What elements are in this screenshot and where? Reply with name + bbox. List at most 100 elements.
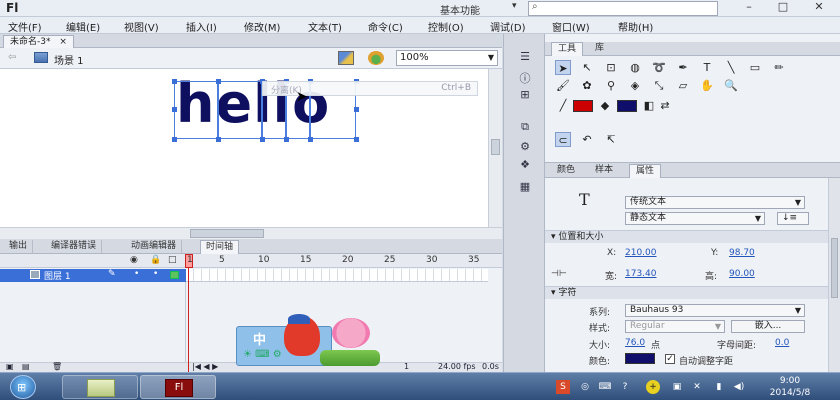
letter-selection-box[interactable] — [174, 81, 218, 139]
scrollbar-thumb[interactable] — [190, 229, 264, 238]
menu-modify[interactable]: 修改(M) — [244, 19, 280, 34]
swap-colors-icon[interactable]: ⇄ — [657, 98, 673, 113]
lock-icon[interactable]: 🔒 — [150, 255, 161, 265]
layer-name[interactable]: 图层 1 — [44, 269, 71, 282]
transform-handle[interactable] — [284, 137, 289, 142]
text-tool-icon[interactable]: T — [699, 60, 715, 75]
transform-handle[interactable] — [172, 137, 177, 142]
tray-icon[interactable]: ✕ — [690, 380, 704, 394]
start-button[interactable]: ⊞ — [10, 375, 36, 399]
new-folder-icon[interactable]: ▤ — [22, 362, 30, 371]
transform-handle[interactable] — [308, 137, 313, 142]
taskbar-app-flash[interactable]: Fl — [140, 375, 216, 399]
components-icon[interactable]: ⚙ — [517, 140, 533, 154]
object-drawing-icon[interactable]: ⊂ — [555, 132, 571, 147]
brush-tool-icon[interactable]: 🖌 — [555, 78, 571, 93]
edit-symbols-icon[interactable] — [368, 51, 384, 65]
tab-color[interactable]: 颜色 — [551, 164, 581, 178]
tab-library[interactable]: 库 — [589, 42, 610, 56]
code-snippets-icon[interactable]: ⧉ — [517, 120, 533, 134]
paint-bucket-tool-icon[interactable]: ◈ — [627, 78, 643, 93]
properties-scrollbar[interactable] — [828, 178, 840, 372]
ime-status-bar[interactable]: 中 ☀ ⌨ ⚙ — [236, 314, 386, 372]
x-value[interactable]: 210.00 — [625, 248, 657, 258]
edit-scene-icon[interactable] — [338, 51, 354, 65]
scrollbar-thumb[interactable] — [831, 238, 838, 298]
tab-properties[interactable]: 属性 — [629, 164, 662, 178]
font-style-select[interactable]: Regular ▼ — [625, 320, 725, 333]
bone-tool-icon[interactable]: ⚲ — [603, 78, 619, 93]
rectangle-tool-icon[interactable]: ▭ — [747, 60, 763, 75]
stage[interactable]: hello 分离(K) Ctrl+B ➤ — [0, 69, 488, 227]
minimize-button[interactable]: – — [735, 0, 763, 15]
menu-edit[interactable]: 编辑(E) — [66, 19, 100, 34]
transform-icon[interactable]: ⊞ — [517, 88, 533, 102]
letter-selection-box[interactable] — [218, 81, 262, 139]
stage-horizontal-scrollbar[interactable] — [0, 227, 502, 239]
transform-handle[interactable] — [354, 107, 359, 112]
width-value[interactable]: 173.40 — [625, 269, 657, 279]
delete-layer-icon[interactable]: 🗑 — [52, 362, 62, 371]
close-button[interactable]: ✕ — [805, 0, 833, 15]
text-type-select[interactable]: 静态文本 ▼ — [625, 212, 765, 225]
menu-control[interactable]: 控制(O) — [428, 19, 464, 34]
transform-handle[interactable] — [216, 79, 221, 84]
y-value[interactable]: 98.70 — [729, 248, 755, 258]
section-position-size[interactable]: ▾ 位置和大小 — [545, 230, 828, 243]
history-icon[interactable]: ▦ — [517, 180, 533, 194]
embed-button[interactable]: 嵌入... — [731, 320, 805, 333]
tab-swatches[interactable]: 样本 — [589, 164, 619, 178]
free-transform-tool-icon[interactable]: ⊡ — [603, 60, 619, 75]
motion-presets-icon[interactable]: ❖ — [517, 158, 533, 172]
stroke-color-swatch[interactable] — [573, 100, 593, 112]
eraser-tool-icon[interactable]: ▱ — [675, 78, 691, 93]
system-clock[interactable]: 9:00 2014/5/8 — [760, 375, 820, 399]
menu-text[interactable]: 文本(T) — [308, 19, 342, 34]
tab-tools[interactable]: 工具 — [551, 42, 584, 56]
document-tab[interactable]: 未命名-3* × — [3, 35, 74, 48]
scrollbar-thumb[interactable] — [491, 139, 500, 155]
tab-motion-editor[interactable]: 动画编辑器 — [126, 240, 183, 254]
menu-file[interactable]: 文件(F) — [8, 19, 42, 34]
menu-window[interactable]: 窗口(W) — [552, 19, 590, 34]
tab-timeline[interactable]: 时间轴 — [200, 240, 240, 254]
tray-icon[interactable]: ◎ — [578, 380, 592, 394]
frame-rate[interactable]: 24.00 fps — [438, 362, 476, 371]
tab-output[interactable]: 输出 — [4, 240, 34, 254]
font-family-select[interactable]: Bauhaus 93 ▼ — [625, 304, 805, 317]
letter-spacing-value[interactable]: 0.0 — [775, 338, 789, 348]
transform-handle[interactable] — [172, 79, 177, 84]
size-value[interactable]: 76.0 — [625, 338, 645, 348]
3d-rotation-tool-icon[interactable]: ◍ — [627, 60, 643, 75]
eye-icon[interactable]: ◉ — [130, 255, 138, 265]
transform-handle[interactable] — [216, 137, 221, 142]
ime-mode-label[interactable]: 中 — [253, 329, 266, 348]
tray-icon[interactable]: ⌨ — [598, 380, 612, 394]
help-search-input[interactable]: ⌕ — [528, 1, 718, 16]
transform-handle[interactable] — [172, 107, 177, 112]
ime-tools-icon[interactable]: ☀ ⌨ ⚙ — [243, 349, 282, 360]
volume-icon[interactable]: ◀) — [732, 380, 746, 394]
tab-compiler-errors[interactable]: 编译器错误 — [46, 240, 103, 254]
visibility-dot[interactable]: • — [134, 269, 139, 279]
zoom-tool-icon[interactable]: 🔍 — [723, 78, 739, 93]
tray-icon[interactable]: ▣ — [670, 380, 684, 394]
sogou-ime-icon[interactable]: S — [556, 380, 570, 394]
text-engine-select[interactable]: 传统文本 ▼ — [625, 196, 805, 209]
outline-icon[interactable]: □ — [168, 255, 177, 265]
close-icon[interactable]: × — [59, 37, 67, 47]
frames-row[interactable] — [186, 269, 488, 282]
subselection-tool-icon[interactable]: ↖ — [579, 60, 595, 75]
chevron-down-icon[interactable]: ▾ — [512, 1, 517, 11]
maximize-button[interactable]: □ — [769, 0, 797, 15]
network-icon[interactable]: ▮ — [712, 380, 726, 394]
layer-row[interactable]: 图层 1 ✎ • • — [0, 269, 186, 282]
menu-help[interactable]: 帮助(H) — [618, 19, 653, 34]
deco-tool-icon[interactable]: ✿ — [579, 78, 595, 93]
outline-color-swatch[interactable] — [170, 271, 179, 279]
transform-handle[interactable] — [260, 137, 265, 142]
height-value[interactable]: 90.00 — [729, 269, 755, 279]
new-layer-icon[interactable]: ▣ — [6, 362, 14, 371]
workspace-switcher[interactable]: 基本功能 — [440, 2, 480, 17]
black-white-icon[interactable]: ◧ — [641, 98, 657, 113]
